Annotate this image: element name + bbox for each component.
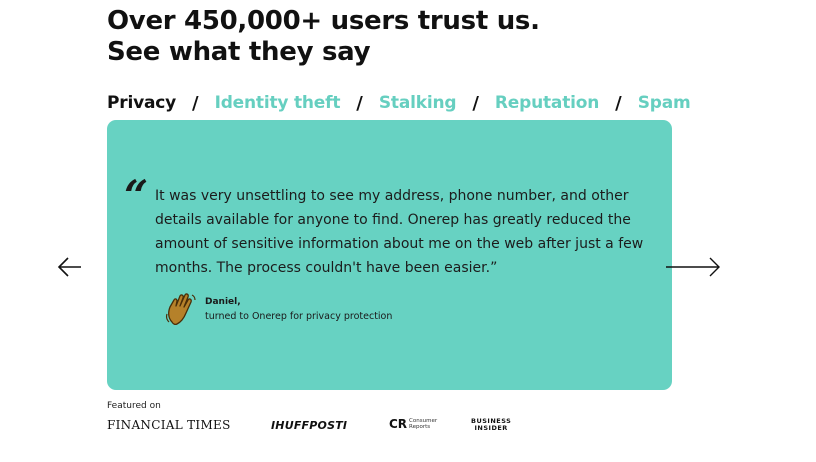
testimonial-card: “ It was very unsettling to see my addre… (107, 120, 672, 390)
cr-line-2: Reports (409, 424, 431, 430)
tab-stalking[interactable]: Stalking (379, 93, 457, 113)
cr-mark: CR (389, 417, 408, 431)
featured-on-label: Featured on (107, 401, 161, 411)
tab-reputation[interactable]: Reputation (495, 93, 599, 113)
tab-separator: / (191, 92, 199, 114)
tab-privacy[interactable]: Privacy (107, 93, 176, 113)
tab-separator: / (615, 92, 622, 114)
tab-separator: / (356, 92, 363, 114)
arrow-left-icon[interactable] (57, 256, 83, 278)
page-headline: Over 450,000+ users trust us. See what t… (107, 6, 707, 68)
bi-line-2: INSIDER (474, 424, 508, 432)
testimonial-text: It was very unsettling to see my address… (155, 188, 644, 276)
business-insider-logo: BUSINESS INSIDER (471, 418, 511, 432)
author-name: Daniel, (205, 296, 241, 307)
tab-separator: / (472, 92, 479, 114)
cr-wordmark: Consumer Reports (409, 418, 437, 430)
headline-line-1: Over 450,000+ users trust us. (107, 6, 540, 36)
waving-hand-icon (166, 293, 196, 326)
tab-spam[interactable]: Spam (638, 93, 691, 113)
huffpost-logo: IHUFFPOSTI (271, 419, 348, 432)
quote-mark: “ (124, 171, 149, 220)
headline-line-2: See what they say (107, 37, 371, 67)
financial-times-logo: FINANCIAL TIMES (107, 418, 231, 432)
tab-identity-theft[interactable]: Identity theft (215, 93, 341, 113)
consumer-reports-logo: CR Consumer Reports (389, 417, 437, 431)
testimonial-category-tabs: Privacy / Identity theft / Stalking / Re… (107, 90, 691, 116)
author-subtitle: turned to Onerep for privacy protection (205, 310, 393, 322)
testimonial-author: Daniel, turned to Onerep for privacy pro… (165, 292, 392, 328)
arrow-right-icon[interactable] (664, 256, 722, 278)
